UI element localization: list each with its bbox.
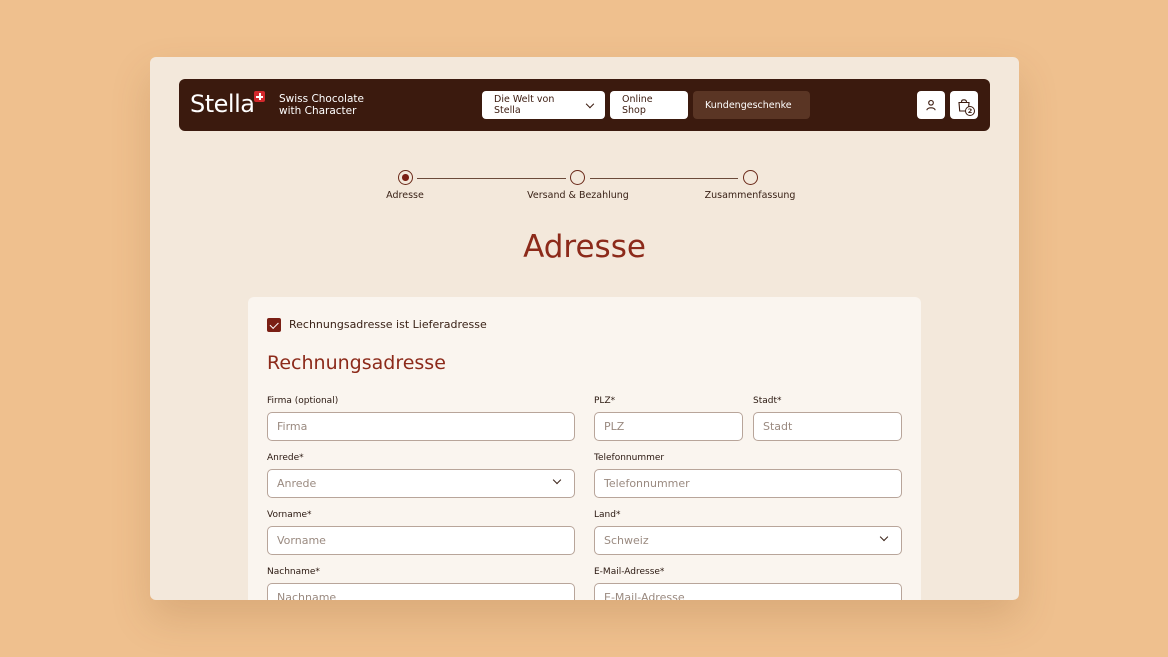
nachname-input[interactable]: Nachname	[267, 583, 575, 600]
step-connector	[417, 177, 566, 179]
nav-shop-label: Online Shop	[622, 94, 653, 116]
tagline-line-1: Swiss Chocolate	[279, 93, 364, 105]
telefon-label: Telefonnummer	[594, 453, 665, 463]
land-select[interactable]: Schweiz	[594, 526, 902, 555]
section-title: Rechnungsadresse	[267, 352, 446, 374]
step-indicator-versand[interactable]	[570, 170, 585, 185]
stadt-input[interactable]: Stadt	[753, 412, 902, 441]
nav-die-welt-von-stella[interactable]: Die Welt von Stella	[482, 91, 605, 119]
chevron-down-icon	[585, 99, 595, 108]
step-indicator-adresse[interactable]	[398, 170, 413, 185]
telefon-input[interactable]: Telefonnummer	[594, 469, 902, 498]
chevron-down-icon	[879, 532, 889, 542]
land-label: Land*	[594, 510, 621, 520]
user-icon	[926, 99, 936, 111]
anrede-select[interactable]: Anrede	[267, 469, 575, 498]
telefon-placeholder: Telefonnummer	[604, 477, 690, 490]
land-value: Schweiz	[604, 534, 649, 547]
same-address-label[interactable]: Rechnungsadresse ist Lieferadresse	[289, 318, 487, 331]
nachname-label: Nachname*	[267, 567, 320, 577]
stadt-placeholder: Stadt	[763, 420, 793, 433]
plz-placeholder: PLZ	[604, 420, 625, 433]
email-placeholder: E-Mail-Adresse	[604, 591, 685, 600]
nav-gifts-label: Kundengeschenke	[705, 99, 792, 111]
checkout-stepper: Adresse Versand & Bezahlung Zusammenfass…	[150, 170, 1019, 210]
anrede-label: Anrede*	[267, 453, 304, 463]
email-input[interactable]: E-Mail-Adresse	[594, 583, 902, 600]
brand-tagline: Swiss Chocolate with Character	[279, 93, 364, 117]
firma-input[interactable]: Firma	[267, 412, 575, 441]
step-indicator-zusammenfassung[interactable]	[743, 170, 758, 185]
vorname-placeholder: Vorname	[277, 534, 326, 547]
plz-label: PLZ*	[594, 396, 616, 406]
email-label: E-Mail-Adresse*	[594, 567, 665, 577]
page-title: Adresse	[523, 229, 646, 265]
nav-online-shop[interactable]: Online Shop	[610, 91, 688, 119]
firma-label: Firma (optional)	[267, 396, 339, 406]
site-header: Stella Swiss Chocolate with Character Di…	[179, 79, 990, 131]
swiss-cross-icon	[254, 91, 265, 102]
step-connector	[590, 177, 738, 179]
vorname-input[interactable]: Vorname	[267, 526, 575, 555]
stadt-label: Stadt*	[753, 396, 782, 406]
anrede-placeholder: Anrede	[277, 477, 317, 490]
cart-count-badge: 2	[965, 106, 975, 116]
plz-input[interactable]: PLZ	[594, 412, 743, 441]
nav-welt-label: Die Welt von Stella	[494, 94, 555, 116]
vorname-label: Vorname*	[267, 510, 312, 520]
same-address-checkbox[interactable]	[267, 318, 281, 332]
step-label-adresse: Adresse	[386, 190, 424, 201]
tagline-line-2: with Character	[279, 105, 357, 117]
chevron-down-icon	[552, 475, 562, 485]
firma-placeholder: Firma	[277, 420, 308, 433]
step-label-zusammenfassung: Zusammenfassung	[704, 190, 796, 201]
cart-button[interactable]: 2	[950, 91, 978, 119]
address-form-card: Rechnungsadresse ist Lieferadresse Rechn…	[248, 297, 921, 600]
browser-window: Stella Swiss Chocolate with Character Di…	[150, 57, 1019, 600]
nav-kundengeschenke[interactable]: Kundengeschenke	[693, 91, 810, 119]
stella-logo[interactable]: Stella	[190, 90, 255, 118]
step-label-versand: Versand & Bezahlung	[527, 190, 629, 201]
nachname-placeholder: Nachname	[277, 591, 337, 600]
account-button[interactable]	[917, 91, 945, 119]
